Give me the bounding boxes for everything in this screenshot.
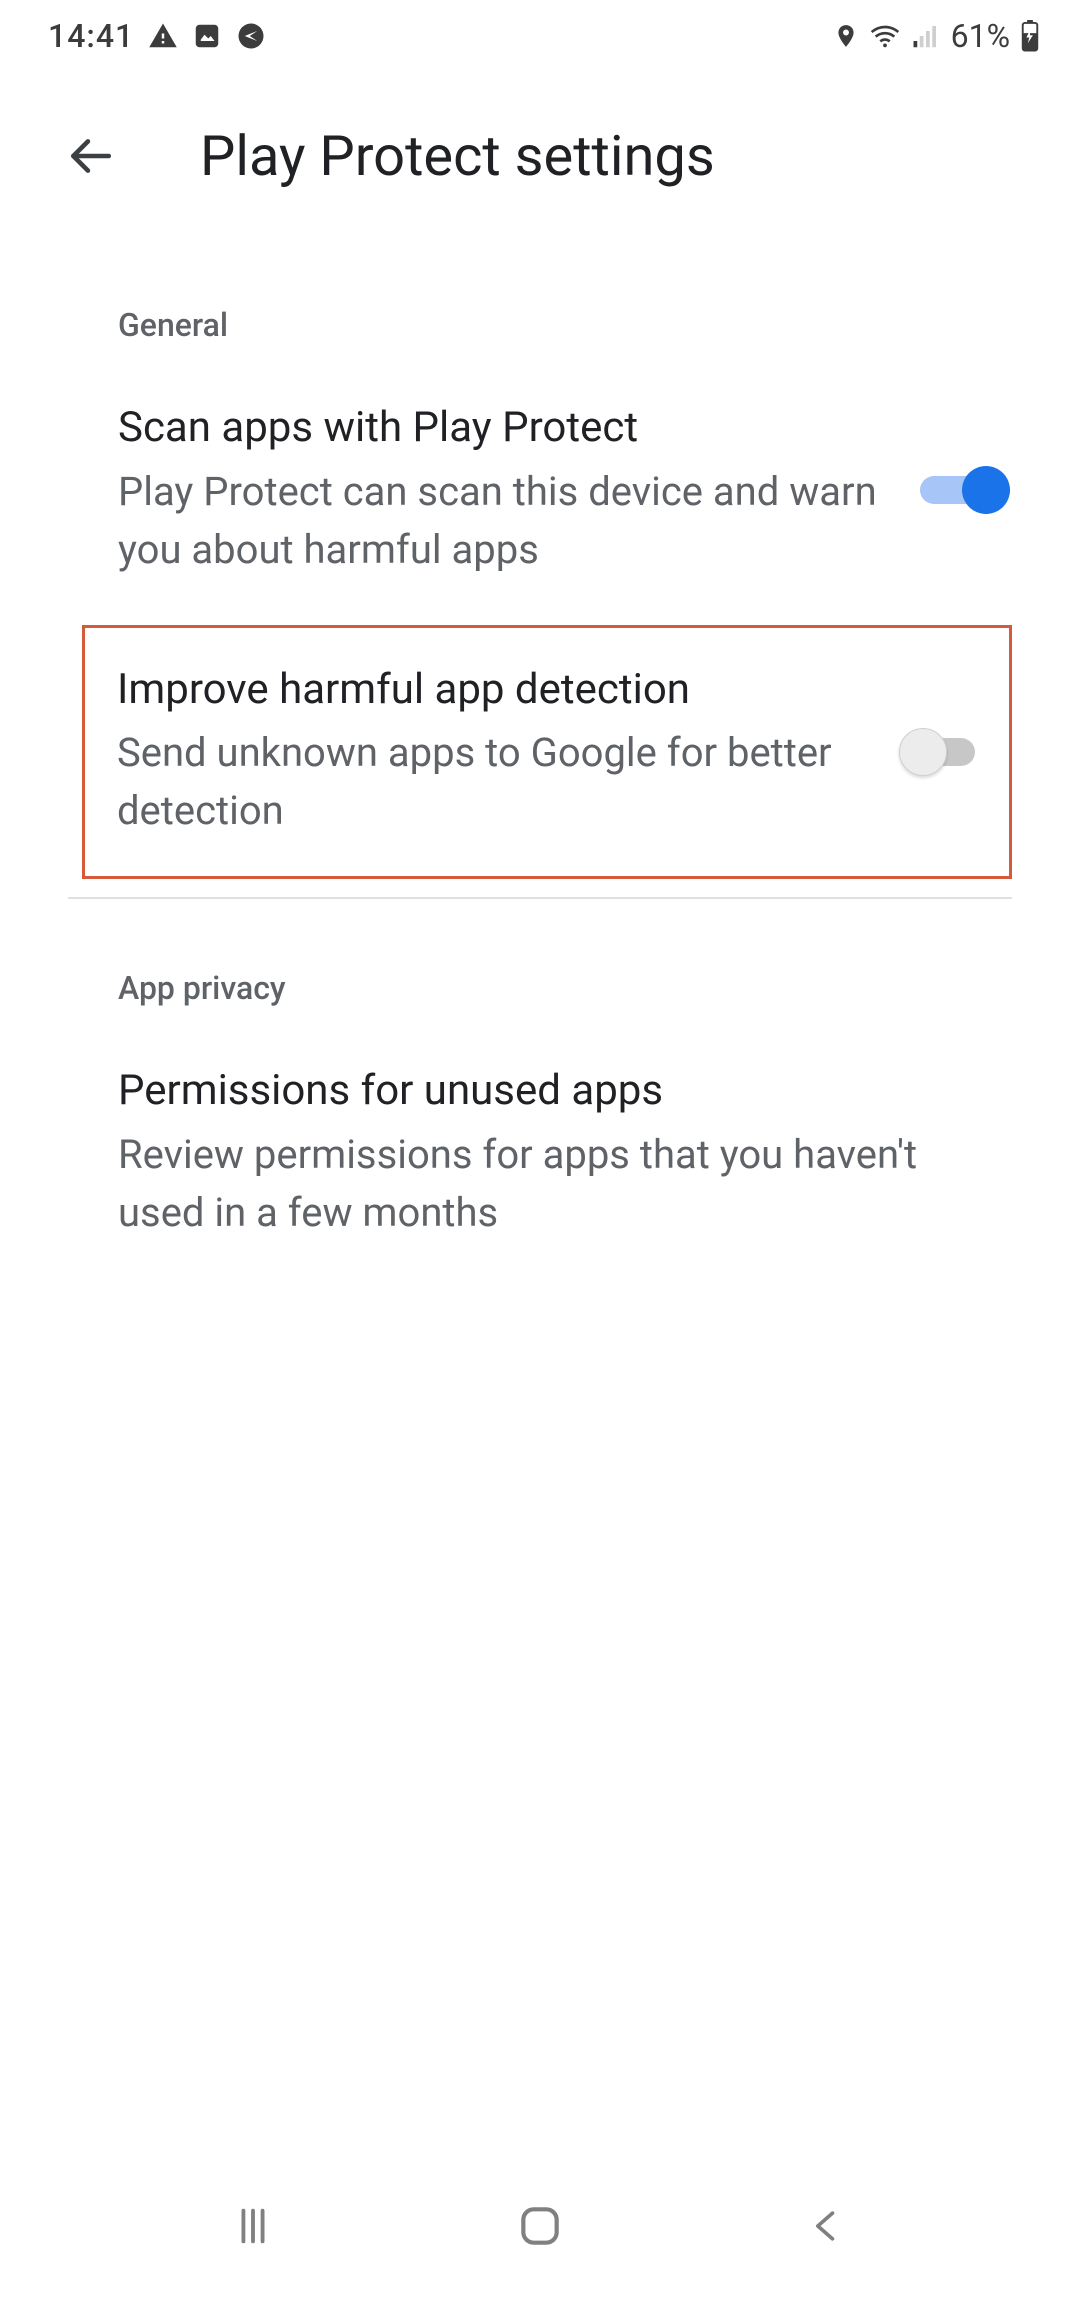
setting-subtitle: Review permissions for apps that you hav… — [118, 1126, 1010, 1242]
battery-percent: 61% — [951, 17, 1010, 55]
app-circle-icon — [236, 21, 266, 51]
status-bar: 14:41 61% — [0, 0, 1080, 72]
location-icon — [833, 23, 859, 49]
back-button[interactable] — [56, 122, 124, 190]
setting-improve-detection[interactable]: Improve harmful app detection Send unkno… — [82, 625, 1012, 880]
setting-permissions-unused[interactable]: Permissions for unused apps Review permi… — [0, 1007, 1080, 1288]
scan-apps-toggle[interactable] — [920, 464, 1010, 516]
status-time: 14:41 — [48, 17, 134, 55]
section-header-privacy: App privacy — [0, 899, 1080, 1007]
recent-apps-icon — [230, 2203, 276, 2249]
wifi-icon — [869, 20, 901, 52]
chevron-left-icon — [805, 2204, 849, 2248]
setting-title: Permissions for unused apps — [118, 1065, 1010, 1118]
setting-subtitle: Play Protect can scan this device and wa… — [118, 463, 880, 579]
home-icon — [515, 2201, 565, 2251]
warning-icon — [148, 21, 178, 51]
improve-detection-toggle[interactable] — [899, 726, 989, 778]
nav-back-button[interactable] — [787, 2186, 867, 2266]
setting-title: Scan apps with Play Protect — [118, 402, 880, 455]
setting-title: Improve harmful app detection — [117, 664, 859, 717]
nav-recents-button[interactable] — [213, 2186, 293, 2266]
setting-subtitle: Send unknown apps to Google for better d… — [117, 724, 859, 840]
app-bar: Play Protect settings — [0, 72, 1080, 220]
setting-scan-apps[interactable]: Scan apps with Play Protect Play Protect… — [0, 344, 1080, 625]
page-title: Play Protect settings — [200, 123, 715, 189]
gallery-icon — [192, 21, 222, 51]
battery-icon — [1020, 20, 1040, 52]
arrow-left-icon — [65, 131, 115, 181]
cell-signal-icon — [911, 21, 941, 51]
section-header-general: General — [0, 220, 1080, 344]
nav-home-button[interactable] — [500, 2186, 580, 2266]
system-nav-bar — [0, 2176, 1080, 2276]
